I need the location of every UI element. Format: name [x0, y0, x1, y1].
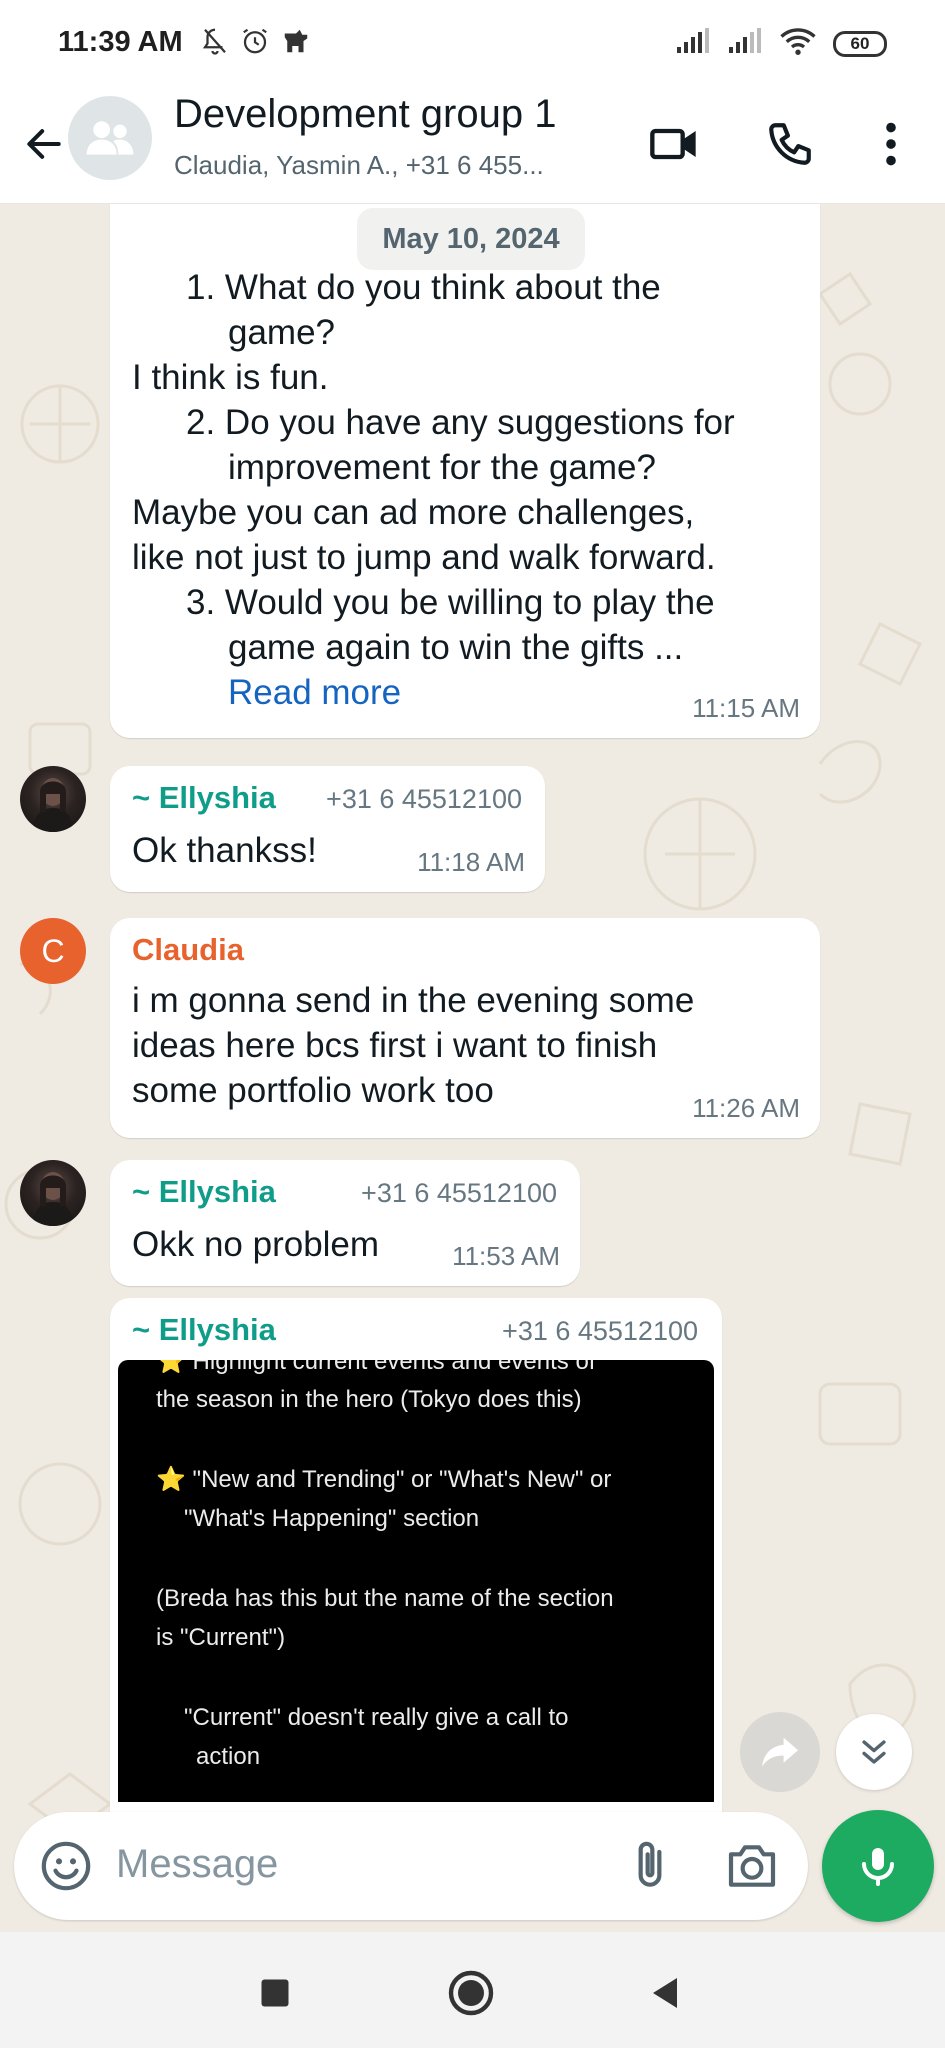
- system-nav-bar: [0, 1932, 945, 2048]
- answer-text: I think is fun.: [132, 358, 329, 397]
- message-composer[interactable]: Message: [14, 1812, 808, 1920]
- group-avatar-icon[interactable]: [68, 96, 152, 180]
- status-left-icons: [200, 26, 312, 61]
- sender-phone: +31 6 45512100: [361, 1178, 557, 1208]
- image-text-line: action: [196, 1743, 261, 1770]
- message-text: i m gonna send in the evening some ideas…: [132, 978, 694, 1113]
- mute-icon: [200, 26, 230, 61]
- attach-icon[interactable]: [622, 1838, 678, 1899]
- message-bubble[interactable]: 1. What do you think about the game? I t…: [110, 204, 820, 738]
- voice-call-icon[interactable]: [754, 108, 826, 180]
- list-item-continuation: game again to win the gifts ...: [228, 628, 684, 667]
- message-bubble[interactable]: Claudia i m gonna send in the evening so…: [110, 918, 820, 1138]
- sender-name[interactable]: Claudia: [132, 932, 244, 968]
- sender-row: ~ Ellyshia +31 6 45512100: [132, 1174, 557, 1210]
- list-item-continuation: game?: [228, 313, 336, 352]
- answer-text: Maybe you can ad more challenges,: [132, 493, 695, 532]
- date-label: May 10, 2024: [357, 208, 585, 270]
- app-icon: [280, 26, 312, 61]
- recents-icon[interactable]: [250, 1968, 300, 2018]
- avatar[interactable]: [20, 766, 86, 832]
- answer-text: like not just to jump and walk forward.: [132, 538, 716, 577]
- signal-icon: [675, 27, 711, 60]
- video-call-icon[interactable]: [638, 108, 710, 180]
- sender-name[interactable]: ~ Ellyshia: [132, 1174, 276, 1210]
- message-line: some portfolio work too: [132, 1071, 494, 1110]
- chat-subtitle[interactable]: Claudia, Yasmin A., +31 6 455...: [174, 150, 614, 181]
- message-time: 11:15 AM: [692, 693, 800, 723]
- message-text: 1. What do you think about the game? I t…: [132, 265, 735, 715]
- message-line: ideas here bcs first i want to finish: [132, 1026, 658, 1065]
- mic-icon[interactable]: [822, 1810, 934, 1922]
- sender-phone: +31 6 45512100: [326, 784, 522, 814]
- chat-title[interactable]: Development group 1: [174, 92, 556, 137]
- shared-image[interactable]: ⭐ Highlight current events and events of…: [118, 1360, 714, 1802]
- chat-area[interactable]: 1. What do you think about the game? I t…: [0, 204, 945, 1932]
- forward-icon[interactable]: [740, 1712, 820, 1792]
- image-text-line: the season in the hero (Tokyo does this): [156, 1386, 582, 1413]
- message-time: 11:53 AM: [452, 1241, 560, 1271]
- wifi-icon: [779, 26, 817, 61]
- list-item: 3. Would you be willing to play the: [186, 583, 715, 622]
- status-time: 11:39 AM: [58, 26, 183, 58]
- message-bubble[interactable]: ~ Ellyshia +31 6 45512100 Okk no problem…: [110, 1160, 580, 1286]
- read-more-link[interactable]: Read more: [132, 670, 735, 715]
- home-icon[interactable]: [446, 1968, 496, 2018]
- back-arrow-icon[interactable]: [16, 116, 72, 172]
- alarm-icon: [240, 26, 270, 61]
- image-text-line: "Current" doesn't really give a call to: [184, 1704, 569, 1731]
- image-text-line: ⭐ Highlight current events and events of: [156, 1360, 596, 1375]
- message-bubble[interactable]: ~ Ellyshia +31 6 45512100 Ok thankss! 11…: [110, 766, 545, 892]
- avatar[interactable]: [20, 1160, 86, 1226]
- list-item: 1. What do you think about the: [186, 268, 661, 307]
- status-bar: 11:39 AM 60: [0, 0, 945, 88]
- image-text-line: ⭐ "New and Trending" or "What's New" or: [156, 1466, 612, 1493]
- chat-header: Development group 1 Claudia, Yasmin A., …: [0, 88, 945, 204]
- avatar[interactable]: C: [20, 918, 86, 984]
- message-text: Okk no problem: [132, 1225, 380, 1264]
- battery-icon: 60: [833, 30, 887, 57]
- sender-row: ~ Ellyshia +31 6 45512100: [132, 1312, 698, 1348]
- message-text: Ok thankss!: [132, 831, 317, 870]
- list-item: 2. Do you have any suggestions for: [186, 403, 735, 442]
- message-input[interactable]: Message: [116, 1842, 278, 1887]
- back-icon[interactable]: [640, 1968, 690, 2018]
- sender-phone: +31 6 45512100: [502, 1316, 698, 1346]
- list-item-continuation: improvement for the game?: [228, 448, 656, 487]
- emoji-icon[interactable]: [38, 1838, 94, 1899]
- image-text-line: is "Current"): [156, 1624, 286, 1651]
- status-right-icons: 60: [675, 26, 887, 61]
- message-line: i m gonna send in the evening some: [132, 981, 695, 1020]
- signal-icon: [727, 27, 763, 60]
- image-text-line: "What's Happening" section: [184, 1505, 480, 1532]
- sender-name[interactable]: ~ Ellyshia: [132, 780, 276, 816]
- image-text-line: (Breda has this but the name of the sect…: [156, 1585, 614, 1612]
- scroll-down-icon[interactable]: [836, 1714, 912, 1790]
- camera-icon[interactable]: [724, 1838, 780, 1899]
- sender-name[interactable]: ~ Ellyshia: [132, 1312, 276, 1348]
- more-options-icon[interactable]: [855, 108, 927, 180]
- sender-row: ~ Ellyshia +31 6 45512100: [132, 780, 522, 816]
- message-time: 11:18 AM: [417, 847, 525, 877]
- message-time: 11:26 AM: [692, 1093, 800, 1123]
